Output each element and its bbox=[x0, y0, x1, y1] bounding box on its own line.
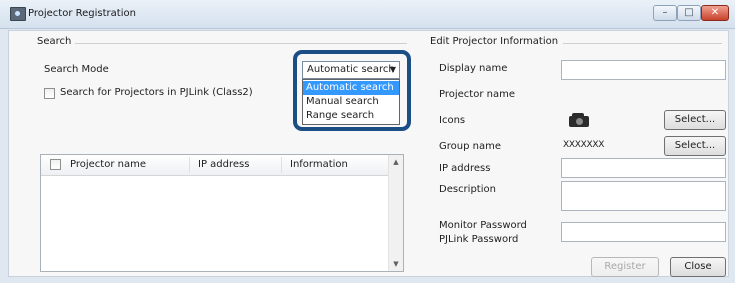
select-all-checkbox[interactable] bbox=[50, 159, 61, 170]
display-name-field[interactable] bbox=[561, 60, 726, 80]
ip-address-label: IP address bbox=[439, 163, 491, 174]
group-name-value: XXXXXXX bbox=[563, 140, 605, 150]
search-group-divider bbox=[75, 43, 407, 44]
search-group-title: Search bbox=[34, 36, 75, 47]
icons-label: Icons bbox=[439, 115, 466, 126]
projector-app-icon bbox=[10, 7, 26, 21]
description-field[interactable] bbox=[561, 181, 726, 211]
results-list-header: Projector name IP address Information bbox=[41, 155, 390, 176]
ip-address-field[interactable] bbox=[561, 158, 726, 178]
scroll-down-icon[interactable]: ▼ bbox=[389, 260, 403, 268]
scroll-up-icon[interactable]: ▲ bbox=[389, 158, 403, 166]
minimize-icon: – bbox=[662, 7, 668, 18]
group-select-button[interactable]: Select... bbox=[664, 136, 726, 156]
edit-group-divider bbox=[563, 43, 722, 44]
pjlink-search-label: Search for Projectors in PJLink (Class2) bbox=[60, 87, 253, 98]
column-divider[interactable] bbox=[189, 157, 190, 173]
close-window-button[interactable]: ✕ bbox=[701, 5, 729, 21]
edit-group-title: Edit Projector Information bbox=[427, 36, 562, 47]
close-icon: ✕ bbox=[710, 7, 720, 18]
window-title: Projector Registration bbox=[28, 8, 136, 19]
projector-results-list[interactable]: Projector name IP address Information ▲ … bbox=[40, 154, 404, 272]
pjlink-search-checkbox[interactable] bbox=[44, 88, 55, 99]
column-header-projector-name[interactable]: Projector name bbox=[70, 159, 146, 170]
column-header-ip-address[interactable]: IP address bbox=[198, 159, 249, 170]
pjlink-password-label: PJLink Password bbox=[439, 234, 519, 245]
display-name-label: Display name bbox=[439, 63, 508, 74]
minimize-button[interactable]: – bbox=[653, 5, 677, 21]
results-scrollbar[interactable]: ▲ ▼ bbox=[388, 155, 403, 271]
icon-select-button[interactable]: Select... bbox=[664, 110, 726, 130]
column-divider[interactable] bbox=[281, 157, 282, 173]
projector-icon bbox=[569, 113, 589, 127]
maximize-button[interactable]: □ bbox=[677, 5, 701, 21]
monitor-password-label: Monitor Password bbox=[439, 220, 527, 231]
password-field[interactable] bbox=[561, 222, 726, 242]
projector-registration-window: Projector Registration – □ ✕ Search Sear… bbox=[0, 0, 735, 283]
title-bar: Projector Registration – □ ✕ bbox=[0, 0, 735, 29]
search-mode-label: Search Mode bbox=[44, 64, 109, 75]
register-button[interactable]: Register bbox=[591, 257, 659, 277]
column-header-information[interactable]: Information bbox=[290, 159, 348, 170]
group-name-label: Group name bbox=[439, 141, 501, 152]
description-label: Description bbox=[439, 184, 496, 195]
projector-name-label: Projector name bbox=[439, 89, 515, 100]
maximize-icon: □ bbox=[684, 7, 694, 18]
callout-highlight bbox=[293, 50, 411, 131]
close-button[interactable]: Close bbox=[670, 257, 726, 277]
